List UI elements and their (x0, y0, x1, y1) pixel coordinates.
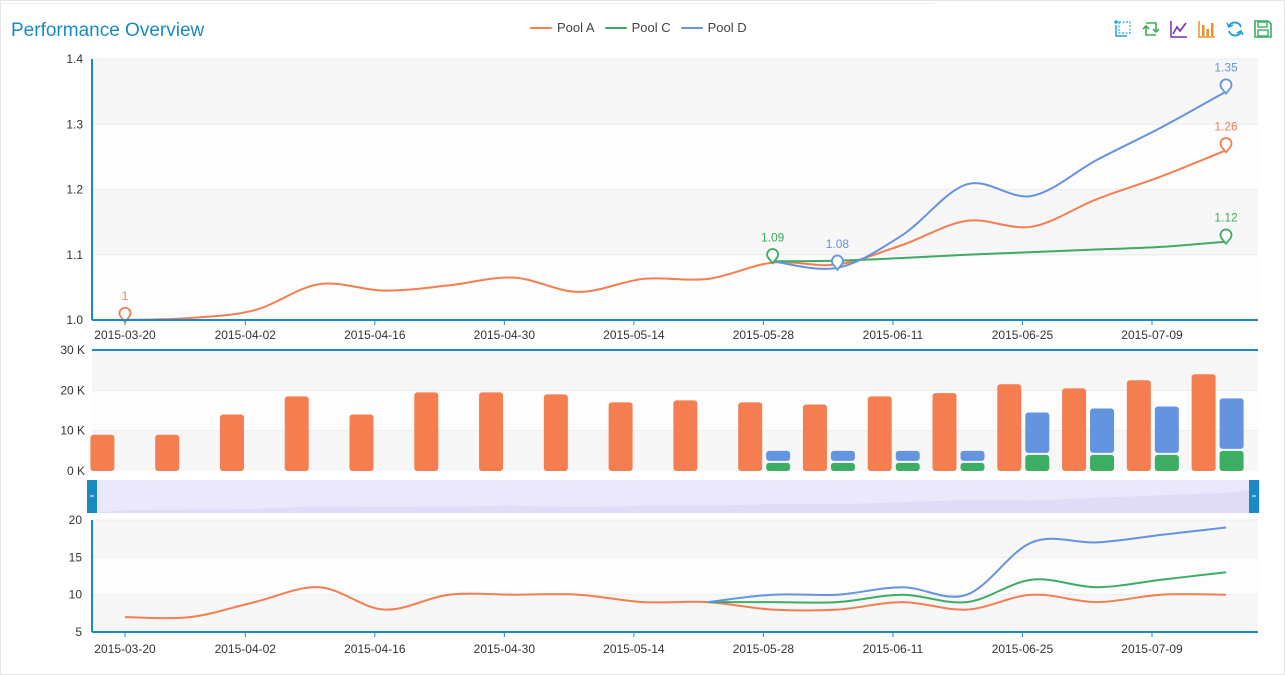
bar-pool-c[interactable] (766, 462, 791, 471)
bar-pool-d[interactable] (1090, 408, 1115, 453)
top-chart-x-tick-label: 2015-07-09 (1121, 328, 1183, 342)
bar-pool-d[interactable] (895, 450, 920, 461)
bar-pool-a[interactable] (802, 404, 827, 471)
bar-pool-a[interactable] (1126, 380, 1151, 471)
top-chart-y-tick-label: 1.4 (66, 52, 83, 66)
bottom-chart-y-tick-label: 5 (75, 625, 82, 639)
bar-pool-c[interactable] (895, 462, 920, 471)
bottom-chart-x-tick-label: 2015-04-16 (344, 642, 406, 656)
bar-pool-a[interactable] (479, 392, 504, 471)
bar-chart-grid-band (92, 350, 1258, 391)
bar-pool-a[interactable] (867, 396, 892, 471)
bottom-chart-x-tick-label: 2015-03-20 (94, 642, 156, 656)
bottom-chart-x-tick-label: 2015-04-30 (474, 642, 536, 656)
bottom-chart-x-tick-label: 2015-05-28 (733, 642, 795, 656)
bar-pool-a[interactable] (997, 384, 1022, 471)
bar-pool-d[interactable] (766, 450, 791, 461)
bar-chart-y-tick-label: 30 K (60, 343, 85, 357)
bottom-chart-grid-band (92, 520, 1258, 558)
top-chart-x-tick-label: 2015-06-11 (863, 328, 924, 342)
bar-pool-c[interactable] (960, 462, 985, 471)
bottom-chart-x-tick-label: 2015-07-09 (1121, 642, 1183, 656)
bar-pool-d[interactable] (960, 450, 985, 461)
top-chart-grid-band (92, 254, 1258, 320)
bar-pool-c[interactable] (1025, 454, 1050, 471)
bar-pool-a[interactable] (1062, 388, 1087, 471)
bar-pool-d[interactable] (1219, 398, 1244, 449)
bar-pool-c[interactable] (1154, 454, 1179, 471)
top-chart-grid-band (92, 124, 1258, 190)
bar-pool-a[interactable] (543, 394, 568, 471)
bottom-chart-y-tick-label: 10 (69, 588, 83, 602)
top-chart-pool-d-data-label: 1.35 (1214, 61, 1238, 75)
bar-pool-d[interactable] (1154, 406, 1179, 453)
top-chart-x-tick-label: 2015-05-28 (733, 328, 795, 342)
top-chart-x-tick-label: 2015-04-02 (215, 328, 277, 342)
bottom-chart-y-tick-label: 15 (69, 550, 83, 564)
top-chart-pool-c-data-label: 1.12 (1214, 211, 1238, 225)
bar-pool-a[interactable] (932, 393, 957, 471)
top-chart-x-tick-label: 2015-05-14 (603, 328, 665, 342)
bar-pool-a[interactable] (90, 434, 115, 471)
bar-pool-a[interactable] (349, 414, 374, 471)
bottom-chart-x-tick-label: 2015-06-25 (992, 642, 1054, 656)
bar-pool-c[interactable] (830, 462, 855, 471)
chart-canvas: 1.01.11.21.31.411.261.091.121.081.352015… (60, 52, 1259, 656)
top-chart-x-tick-label: 2015-06-25 (992, 328, 1054, 342)
top-chart-grid-band (92, 59, 1258, 125)
top-chart-pool-d-data-label: 1.08 (826, 237, 850, 251)
top-chart-y-tick-label: 1.1 (66, 248, 83, 262)
bar-chart-y-tick-label: 10 K (60, 424, 85, 438)
top-chart-y-tick-label: 1.3 (66, 117, 83, 131)
bar-pool-a[interactable] (155, 434, 180, 471)
top-chart-x-tick-label: 2015-04-30 (474, 328, 536, 342)
bar-pool-c[interactable] (1219, 450, 1244, 471)
top-chart-pool-a-data-label: 1 (122, 289, 129, 303)
top-chart-y-tick-label: 1.0 (66, 313, 83, 327)
bottom-chart-x-tick-label: 2015-04-02 (215, 642, 277, 656)
bar-pool-d[interactable] (830, 450, 855, 461)
bar-pool-a[interactable] (414, 392, 439, 471)
bar-pool-a[interactable] (673, 400, 698, 471)
bar-pool-a[interactable] (284, 396, 309, 471)
bar-pool-a[interactable] (1191, 374, 1216, 471)
top-chart-x-tick-label: 2015-03-20 (94, 328, 156, 342)
bar-pool-c[interactable] (1090, 454, 1115, 471)
bottom-chart-grid-band (92, 557, 1258, 595)
bottom-chart-x-tick-label: 2015-05-14 (603, 642, 665, 656)
bar-pool-a[interactable] (219, 414, 244, 471)
bar-chart-y-tick-label: 20 K (60, 383, 85, 397)
bar-pool-d[interactable] (1025, 412, 1050, 453)
bar-chart-y-tick-label: 0 K (67, 464, 85, 478)
bar-pool-a[interactable] (608, 402, 633, 471)
top-chart-x-tick-label: 2015-04-16 (344, 328, 406, 342)
bottom-chart-x-tick-label: 2015-06-11 (863, 642, 924, 656)
bar-pool-a[interactable] (738, 402, 763, 471)
bottom-chart-y-tick-label: 20 (69, 513, 83, 527)
top-chart-grid-band (92, 189, 1258, 255)
top-chart-pool-a-data-label: 1.26 (1214, 119, 1238, 133)
top-chart-y-tick-label: 1.2 (66, 183, 83, 197)
top-chart-pool-c-data-label: 1.09 (761, 230, 785, 244)
